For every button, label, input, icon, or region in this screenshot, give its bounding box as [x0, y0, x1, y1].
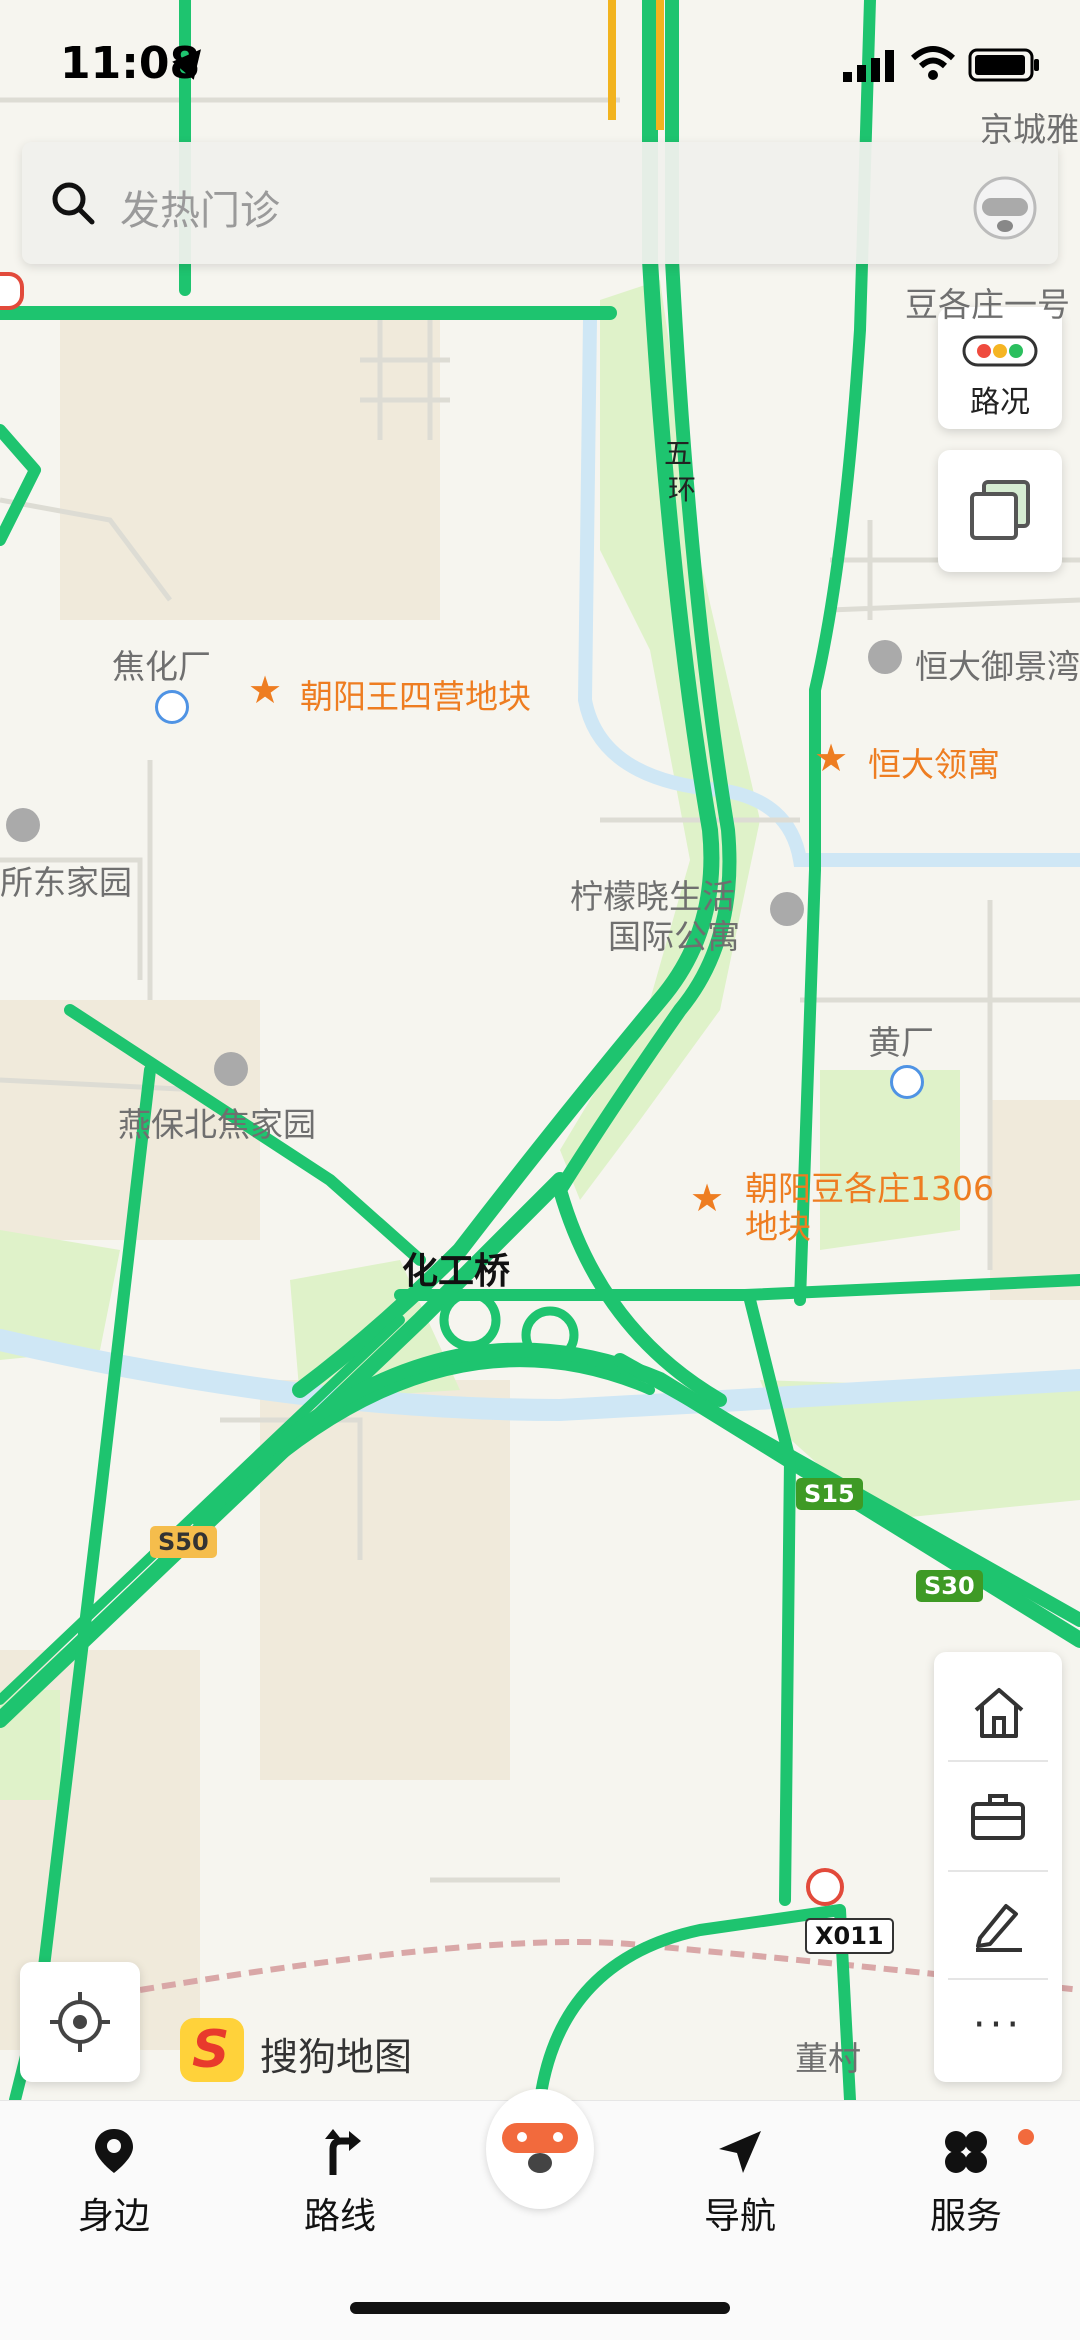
- status-bar: 11:08: [0, 0, 1080, 130]
- mascot-icon: [502, 2123, 578, 2173]
- map-label-ring-road-wu: 五: [664, 437, 693, 470]
- home-icon[interactable]: [972, 1686, 1026, 1740]
- map-label-yanbao: 燕保北焦家园: [118, 1105, 316, 1144]
- highway-shield-s30: S30: [916, 1570, 983, 1602]
- metro-station-icon: [890, 1065, 924, 1099]
- service-clover-icon: [945, 2131, 987, 2173]
- tab-service-label: 服务: [929, 2196, 1002, 2237]
- mascot-voice-icon[interactable]: [972, 168, 1038, 240]
- map-label-jiaohuachang: 焦化厂: [112, 647, 211, 686]
- logo-text: 搜狗地图: [260, 2035, 413, 2079]
- highway-shield-s50: S50: [150, 1526, 217, 1558]
- wifi-icon: [910, 46, 956, 80]
- traffic-label: 路况: [970, 385, 1030, 420]
- briefcase-icon[interactable]: [970, 1792, 1026, 1842]
- cellular-signal-icon: [843, 50, 894, 82]
- tab-navigate[interactable]: 导航: [670, 2127, 810, 2239]
- locate-button[interactable]: [20, 1962, 140, 2082]
- map-label-ring-road-huan: 环: [668, 473, 697, 506]
- no-entry-icon: [806, 1868, 844, 1906]
- divider: [948, 1870, 1048, 1872]
- route-turn-icon: [325, 2129, 361, 2175]
- quick-actions-panel: ···: [934, 1652, 1062, 2082]
- sogou-map-logo: S: [180, 2018, 244, 2082]
- tab-nearby[interactable]: 身边: [44, 2127, 184, 2239]
- notification-dot: [1018, 2129, 1034, 2145]
- map-label-xindongjiayuan: 所东家园: [0, 863, 132, 902]
- location-pin-icon: [95, 2129, 133, 2173]
- building-icon: [6, 808, 40, 842]
- metro-station-icon: [155, 690, 189, 724]
- highway-shield-s15: S15: [796, 1478, 863, 1510]
- map-label-dougezhuang-yihao: 豆各庄一号: [905, 285, 1070, 324]
- search-bar[interactable]: 发热门诊: [22, 142, 1058, 264]
- map-label-huangchang: 黄厂: [868, 1023, 934, 1062]
- tab-service[interactable]: 服务: [896, 2127, 1036, 2239]
- map-label-huagongqiao: 化工桥: [402, 1251, 511, 1292]
- map-label-poi-wangsiying[interactable]: 朝阳王四营地块: [300, 670, 531, 718]
- road-shield-x011: X011: [805, 1918, 894, 1954]
- map-label-jingchengya: 京城雅: [980, 110, 1079, 149]
- map-label-poi-dougezhuang-line2[interactable]: 地块: [745, 1200, 811, 1248]
- tab-route-label: 路线: [303, 2196, 376, 2237]
- building-icon: [770, 892, 804, 926]
- locate-crosshair-icon: [50, 1992, 110, 2052]
- map-label-ningmeng-line2: 国际公寓: [608, 917, 740, 956]
- tab-nearby-label: 身边: [77, 2196, 150, 2237]
- star-icon: ★: [690, 1176, 725, 1220]
- mascot-center-button[interactable]: [486, 2089, 594, 2209]
- tab-route[interactable]: 路线: [270, 2127, 410, 2239]
- star-icon: ★: [248, 668, 283, 712]
- no-entry-icon: [0, 272, 24, 310]
- sogou-s-mark: S: [192, 2020, 230, 2080]
- building-icon: [868, 640, 902, 674]
- navigation-arrow-icon: [719, 2131, 761, 2173]
- divider: [948, 1760, 1048, 1762]
- divider: [948, 1978, 1048, 1980]
- edit-icon[interactable]: [972, 1898, 1026, 1952]
- home-indicator: [350, 2302, 730, 2314]
- search-input[interactable]: 发热门诊: [120, 178, 280, 236]
- more-icon[interactable]: ···: [934, 2002, 1062, 2048]
- star-icon: ★: [814, 736, 849, 780]
- map-label-dongcun: 董村: [795, 2039, 861, 2078]
- map-layers-icon: [970, 480, 1030, 540]
- tab-navigate-label: 导航: [703, 2196, 776, 2237]
- battery-icon: [968, 48, 1039, 82]
- map-label-poi-hengda-lingyu[interactable]: 恒大领寓: [868, 738, 1000, 786]
- map-layers-button[interactable]: [938, 450, 1062, 572]
- building-icon: [214, 1052, 248, 1086]
- search-icon: [52, 182, 95, 225]
- map-label-hengda-yujingwan: 恒大御景湾: [915, 647, 1080, 686]
- traffic-light-icon: [962, 335, 1038, 367]
